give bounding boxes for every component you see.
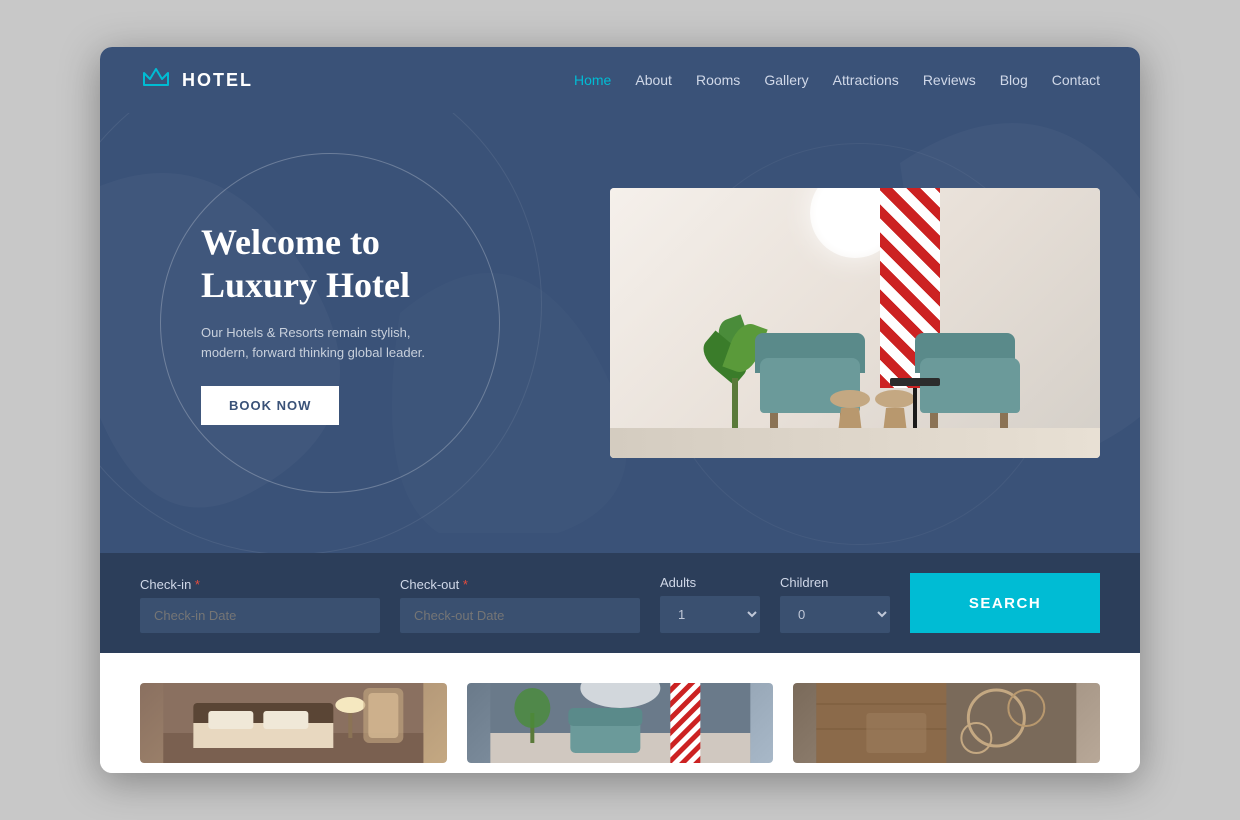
- table-top: [890, 378, 940, 386]
- checkout-label: Check-out *: [400, 577, 640, 592]
- room-card-2[interactable]: [467, 683, 774, 763]
- booking-bar: Check-in * Check-out * Adults 1 2 3 4 5 …: [100, 553, 1140, 653]
- site-header: HOTEL Home About Rooms Gallery Attractio…: [100, 47, 1140, 113]
- adults-select[interactable]: 1 2 3 4 5: [660, 596, 760, 633]
- browser-window: HOTEL Home About Rooms Gallery Attractio…: [100, 47, 1140, 773]
- checkout-required: *: [463, 577, 468, 592]
- nav-blog[interactable]: Blog: [1000, 72, 1028, 88]
- book-now-button[interactable]: BOOK NOW: [201, 386, 339, 425]
- search-button[interactable]: SEARCH: [910, 573, 1100, 633]
- nav-reviews[interactable]: Reviews: [923, 72, 976, 88]
- checkout-field: Check-out *: [400, 577, 640, 633]
- children-field: Children 0 1 2 3 4: [780, 575, 890, 633]
- nav-home[interactable]: Home: [574, 72, 611, 88]
- rooms-preview: [100, 653, 1140, 773]
- room-card-1[interactable]: [140, 683, 447, 763]
- table-leg: [913, 388, 917, 428]
- hero-title: Welcome to Luxury Hotel: [201, 221, 459, 307]
- checkin-field: Check-in *: [140, 577, 380, 633]
- checkin-required: *: [195, 577, 200, 592]
- stool-1: [830, 390, 870, 433]
- hero-left: Welcome to Luxury Hotel Our Hotels & Res…: [140, 153, 560, 493]
- logo-text: HOTEL: [182, 70, 253, 91]
- floor: [610, 428, 1100, 458]
- main-nav: Home About Rooms Gallery Attractions Rev…: [574, 72, 1100, 88]
- nav-gallery[interactable]: Gallery: [764, 72, 808, 88]
- nav-attractions[interactable]: Attractions: [833, 72, 899, 88]
- logo-area: HOTEL: [140, 65, 253, 95]
- room-card-3[interactable]: [793, 683, 1100, 763]
- checkin-input[interactable]: [140, 598, 380, 633]
- children-label: Children: [780, 575, 890, 590]
- hero-section: Welcome to Luxury Hotel Our Hotels & Res…: [100, 113, 1140, 553]
- side-table: [890, 368, 940, 428]
- hero-subtitle: Our Hotels & Resorts remain stylish, mod…: [201, 323, 459, 362]
- adults-field: Adults 1 2 3 4 5: [660, 575, 760, 633]
- children-select[interactable]: 0 1 2 3 4: [780, 596, 890, 633]
- nav-contact[interactable]: Contact: [1052, 72, 1100, 88]
- nav-rooms[interactable]: Rooms: [696, 72, 740, 88]
- plant: [710, 318, 760, 438]
- checkin-label: Check-in *: [140, 577, 380, 592]
- crown-icon: [140, 65, 172, 95]
- checkout-input[interactable]: [400, 598, 640, 633]
- chair-leg-1: [770, 413, 778, 428]
- adults-label: Adults: [660, 575, 760, 590]
- lobby-art: [610, 188, 1100, 458]
- stool-top-1: [830, 390, 870, 408]
- nav-about[interactable]: About: [635, 72, 672, 88]
- hero-image: [610, 188, 1100, 458]
- hero-circle: Welcome to Luxury Hotel Our Hotels & Res…: [160, 153, 500, 493]
- hero-right: [610, 188, 1100, 458]
